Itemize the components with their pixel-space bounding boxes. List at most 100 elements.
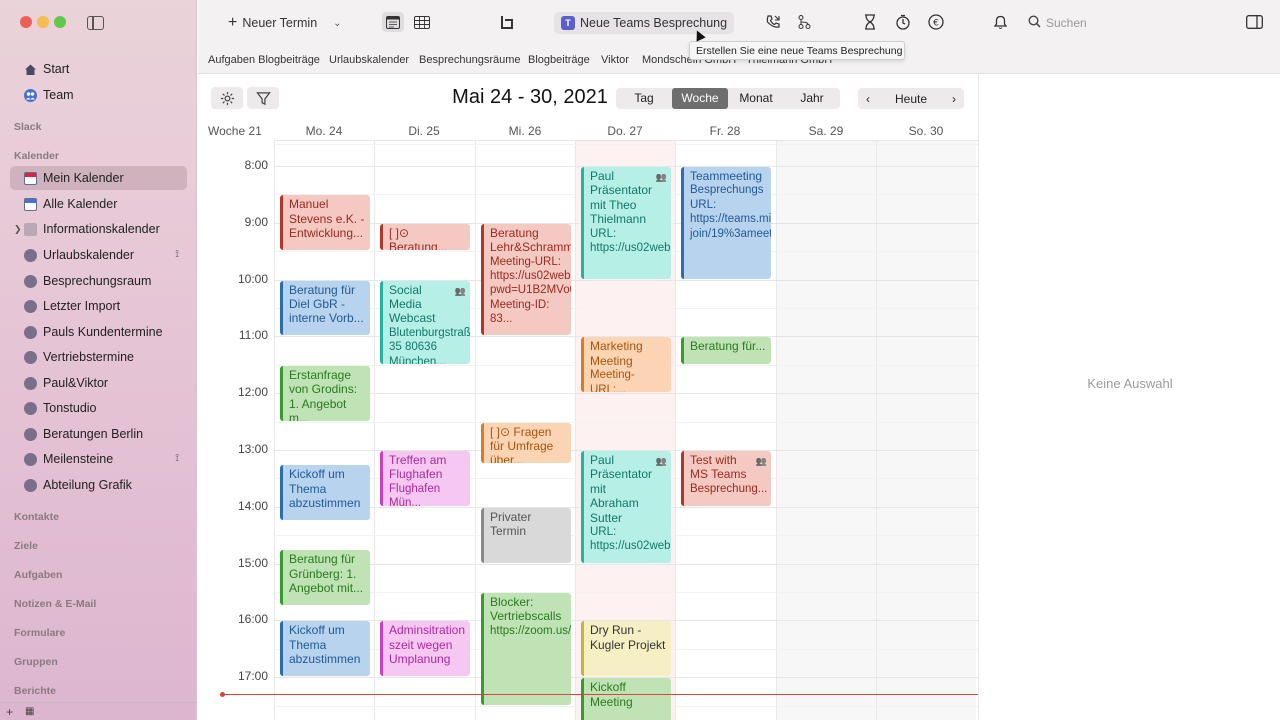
calendar-event[interactable]: [ ]⊙ Fragen für Umfrage über... — [481, 422, 571, 464]
hour-label: 17:00 — [237, 669, 268, 684]
sidebar-item-mein-kalender[interactable]: Mein Kalender — [10, 166, 187, 190]
section-gruppen[interactable]: Gruppen — [14, 656, 58, 668]
section-notizen[interactable]: Notizen & E-Mail — [14, 598, 96, 610]
sidebar-item-informationskalender[interactable]: Informationskalender — [10, 217, 187, 241]
favorite-link[interactable]: Aufgaben Blogbeiträge — [208, 54, 320, 66]
chevron-right-icon[interactable]: › — [952, 92, 956, 106]
day-header[interactable]: Do. 27 — [575, 124, 675, 138]
section-formulare[interactable]: Formulare — [14, 627, 65, 639]
calendar-event[interactable]: Kickoff Meeting — [581, 678, 671, 720]
day-header[interactable]: Sa. 29 — [776, 124, 876, 138]
favorite-link[interactable]: Besprechungsräume — [419, 54, 521, 66]
chevron-down-icon[interactable]: ⌄ — [333, 18, 341, 29]
calendar-event[interactable]: Dry Run - Kugler Projekt — [581, 621, 671, 677]
new-event-button[interactable]: + Neuer Termin ⌄ — [228, 12, 358, 34]
settings-gear-icon[interactable] — [211, 87, 243, 109]
sidebar-item-meilensteine[interactable]: Meilensteine ⟟ — [10, 447, 187, 471]
view-tag-button[interactable]: Tag — [616, 88, 672, 109]
sidebar-item-besprechungsraum[interactable]: Besprechungsraum — [10, 269, 187, 293]
sidebar-toggle-icon[interactable] — [87, 16, 104, 30]
calendar-event[interactable]: [ ]⊙ Beratung... — [380, 223, 470, 251]
calendar-event[interactable]: Treffen am Flughafen Flughafen Mün... — [380, 451, 470, 506]
day-header[interactable]: Mo. 24 — [274, 124, 374, 138]
calendar-event[interactable]: Kickoff um Thema abzustimmen — [280, 621, 370, 677]
view-woche-button[interactable]: Woche — [672, 88, 728, 109]
calendar-event[interactable]: Marketing Meeting Meeting-URL:... — [581, 337, 671, 393]
calendar-event[interactable]: Blocker: Vertriebscallshttps://zoom.us/j… — [481, 593, 571, 705]
calendar-event[interactable]: Kickoff um Thema abzustimmen — [280, 465, 370, 520]
event-title: Treffen am Flughafen — [389, 453, 447, 482]
calendar-small-icon[interactable]: ▦ — [25, 706, 34, 717]
sidebar-item-pauls-kundentermine[interactable]: Pauls Kundentermine — [10, 320, 187, 344]
day-header[interactable]: Di. 25 — [374, 124, 474, 138]
calendar-event[interactable]: Manuel Stevens e.K. - Entwicklung... — [280, 195, 370, 251]
app-logo-icon[interactable] — [498, 13, 516, 31]
section-berichte[interactable]: Berichte — [14, 685, 56, 697]
calendar-event[interactable]: Test with MS Teams Besprechung... 👥 — [681, 451, 771, 506]
sidebar-item-urlaubskalender[interactable]: Urlaubskalender ⟟ — [10, 243, 187, 267]
day-header[interactable]: So. 30 — [876, 124, 976, 138]
calendar-event[interactable]: Beratung Lehr&Schramm Meeting-URL: https:… — [481, 223, 571, 336]
teams-meeting-label: Neue Teams Besprechung — [580, 16, 728, 30]
sidebar-item-team[interactable]: Team — [10, 83, 187, 107]
today-button[interactable]: Heute — [895, 92, 927, 106]
filter-icon[interactable] — [247, 87, 279, 109]
sidebar-item-beratungen-berlin[interactable]: Beratungen Berlin — [10, 422, 187, 446]
sidebar-item-label: Alle Kalender — [43, 197, 118, 211]
chevron-left-icon[interactable]: ‹ — [866, 92, 870, 106]
timer-icon[interactable] — [894, 13, 912, 31]
calendar-event[interactable]: Beratung für Grünberg: 1. Angebot mit... — [280, 550, 370, 606]
calendar-event[interactable]: Privater Termin — [481, 507, 571, 563]
sidebar: Start Team Slack Kalender Mein Kalender … — [0, 0, 197, 720]
bell-icon[interactable] — [991, 13, 1009, 31]
favorite-link[interactable]: Blogbeiträge — [528, 54, 590, 66]
calendar-event[interactable]: Beratung für Diel GbR - interne Vorb... — [280, 280, 370, 336]
section-kalender[interactable]: Kalender — [14, 150, 59, 162]
sidebar-item-label: Team — [43, 88, 74, 102]
event-title: Beratung für... — [690, 339, 766, 354]
sidebar-item-alle-kalender[interactable]: Alle Kalender — [10, 192, 187, 216]
sidebar-item-start[interactable]: Start — [10, 57, 187, 81]
inspector-toggle-icon[interactable] — [1245, 13, 1263, 31]
sidebar-item-paul-viktor[interactable]: Paul&Viktor — [10, 371, 187, 395]
calendar-event[interactable]: Teammeeting Besprechungs URL: https://tea… — [681, 167, 771, 279]
calendar-event[interactable]: Social Media Webcast Blutenburgstraße 35 … — [380, 280, 470, 364]
calendar-event[interactable]: Adminsitration szeit wegen Umplanung — [380, 621, 470, 677]
search-field[interactable]: Suchen — [1028, 13, 1228, 33]
sidebar-item-label: Urlaubskalender — [43, 248, 135, 262]
calendar-event[interactable]: Erstanfrage von Grodins: 1. Angebot m... — [280, 365, 370, 421]
sidebar-item-vertriebstermine[interactable]: Vertriebstermine — [10, 345, 187, 369]
section-aufgaben[interactable]: Aufgaben — [14, 569, 62, 581]
teams-meeting-button[interactable]: T Neue Teams Besprechung — [554, 12, 735, 34]
section-slack[interactable]: Slack — [14, 121, 41, 133]
hierarchy-icon[interactable] — [795, 13, 813, 31]
view-jahr-button[interactable]: Jahr — [784, 88, 840, 109]
minimize-window-button[interactable] — [37, 16, 49, 28]
euro-icon[interactable]: € — [927, 13, 945, 31]
sidebar-item-letzter-import[interactable]: Letzter Import — [10, 294, 187, 318]
calendar-event[interactable]: Paul Präsentator mit Abraham Sutter URL: … — [581, 451, 671, 563]
sidebar-item-abteilung-grafik[interactable]: Abteilung Grafik — [10, 473, 187, 497]
calendar-event[interactable]: Beratung für... — [681, 337, 771, 364]
day-header[interactable]: Mi. 26 — [475, 124, 575, 138]
day-column[interactable] — [776, 140, 876, 720]
section-kontakte[interactable]: Kontakte — [14, 511, 59, 523]
grid-view-icon[interactable] — [413, 13, 431, 31]
calendar-view-icon[interactable] — [382, 12, 404, 32]
event-title: Marketing Meeting — [590, 339, 643, 368]
sidebar-item-tonstudio[interactable]: Tonstudio — [10, 396, 187, 420]
hourglass-icon[interactable] — [861, 13, 879, 31]
calendar-event[interactable]: Paul Präsentator mit Theo Thielmann URL: … — [581, 167, 671, 279]
view-monat-button[interactable]: Monat — [728, 88, 784, 109]
call-icon[interactable] — [764, 13, 782, 31]
day-column[interactable] — [876, 140, 976, 720]
favorite-link[interactable]: Viktor — [601, 54, 629, 66]
favorite-link[interactable]: Urlaubskalender — [329, 54, 409, 66]
zoom-window-button[interactable] — [54, 16, 66, 28]
close-window-button[interactable] — [20, 16, 32, 28]
new-event-label: Neuer Termin — [242, 16, 318, 30]
day-header[interactable]: Fr. 28 — [675, 124, 775, 138]
sidebar-item-label: Beratungen Berlin — [43, 427, 144, 441]
section-ziele[interactable]: Ziele — [14, 540, 38, 552]
add-button[interactable]: + — [6, 705, 13, 719]
